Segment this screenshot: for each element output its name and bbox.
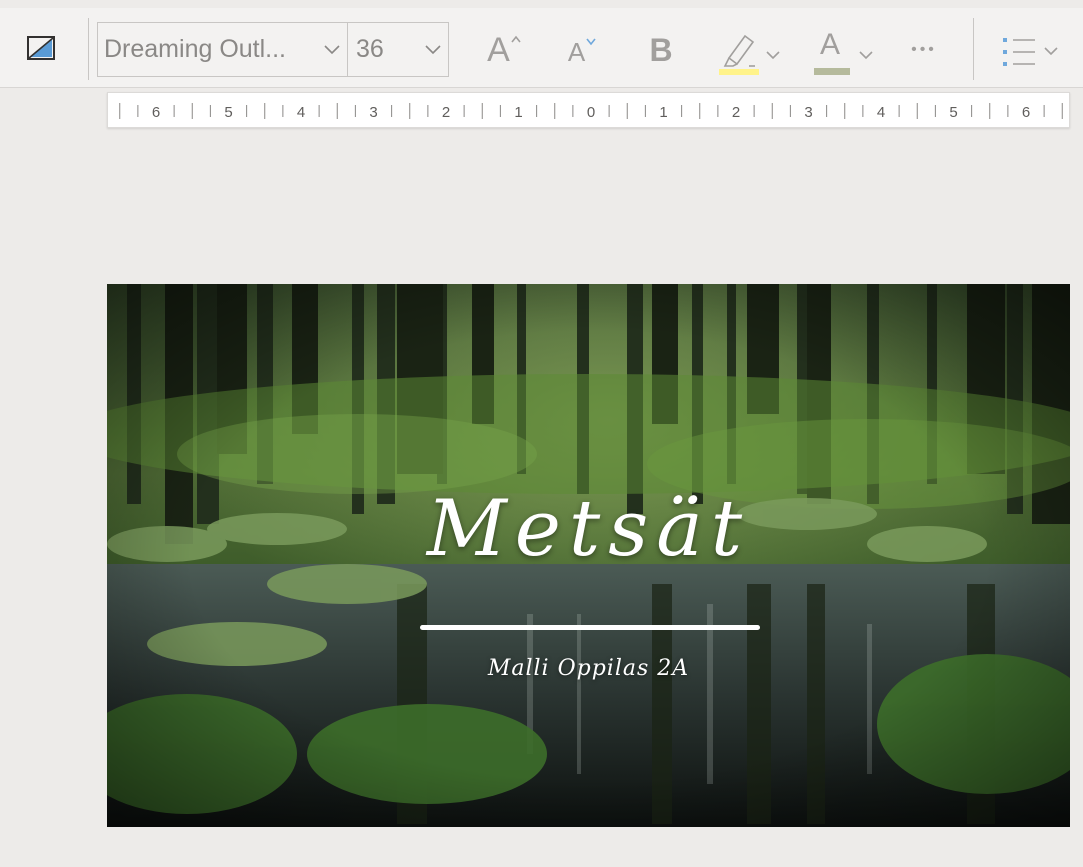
horizontal-ruler[interactable]: 6 5 4 3 2 1 0 1 2 3 4 5 6: [107, 92, 1070, 128]
slide-canvas[interactable]: Metsät Malli Oppilas 2A: [107, 284, 1070, 827]
ruler-label: 1: [514, 104, 522, 121]
ruler-label: 4: [297, 104, 305, 121]
toolbar-divider: [88, 18, 89, 80]
ruler-label: 0: [587, 104, 595, 121]
chevron-down-icon: [425, 45, 441, 55]
ruler-label: 1: [659, 104, 667, 121]
bold-icon: B: [649, 31, 673, 68]
title-underline: [420, 625, 760, 630]
font-color-button[interactable]: A: [810, 26, 888, 78]
slide-title[interactable]: Metsät: [427, 484, 750, 574]
ruler-label: 5: [224, 104, 232, 121]
grow-font-button[interactable]: A: [482, 26, 526, 74]
font-family-dropdown[interactable]: Dreaming Outl...: [98, 23, 348, 76]
caret-up-icon: [511, 35, 521, 43]
title-container[interactable]: Metsät: [107, 484, 1070, 574]
ruler-label: 4: [877, 104, 885, 121]
highlight-color-button[interactable]: [715, 26, 795, 78]
grow-font-icon: A: [487, 30, 510, 69]
ruler-label: 3: [804, 104, 812, 121]
shape-fill-button[interactable]: [22, 30, 60, 66]
ruler-label: 2: [732, 104, 740, 121]
ruler-label: 6: [1022, 104, 1030, 121]
shape-fill-icon: [27, 36, 55, 60]
font-color-icon: A: [820, 28, 841, 61]
bold-button[interactable]: B: [640, 26, 682, 74]
ruler-scale: 6 5 4 3 2 1 0 1 2 3 4 5 6: [119, 103, 1063, 121]
font-family-value: Dreaming Outl...: [104, 35, 287, 63]
ruler-label: 6: [152, 104, 160, 121]
slide-subtitle[interactable]: Malli Oppilas 2A: [488, 656, 689, 681]
bullet-list-button[interactable]: [995, 26, 1073, 78]
more-icon: •••: [911, 41, 937, 58]
subtitle-container[interactable]: Malli Oppilas 2A: [107, 656, 1070, 681]
caret-down-icon: [586, 38, 596, 46]
more-options-button[interactable]: •••: [902, 30, 946, 70]
toolbar-divider: [973, 18, 974, 80]
ruler-label: 2: [442, 104, 450, 121]
chevron-down-icon: [324, 45, 340, 55]
formatting-toolbar: Dreaming Outl... 36 A A B A •••: [0, 8, 1083, 88]
highlighter-icon: [719, 34, 780, 75]
font-size-dropdown[interactable]: 36: [348, 23, 448, 76]
font-size-value: 36: [356, 35, 384, 63]
shrink-font-icon: A: [567, 36, 586, 67]
shrink-font-button[interactable]: A: [562, 30, 602, 74]
font-controls: Dreaming Outl... 36: [97, 22, 449, 77]
bullet-list-icon: [1003, 38, 1058, 66]
ruler-label: 3: [369, 104, 377, 121]
ruler-label: 5: [949, 104, 957, 121]
